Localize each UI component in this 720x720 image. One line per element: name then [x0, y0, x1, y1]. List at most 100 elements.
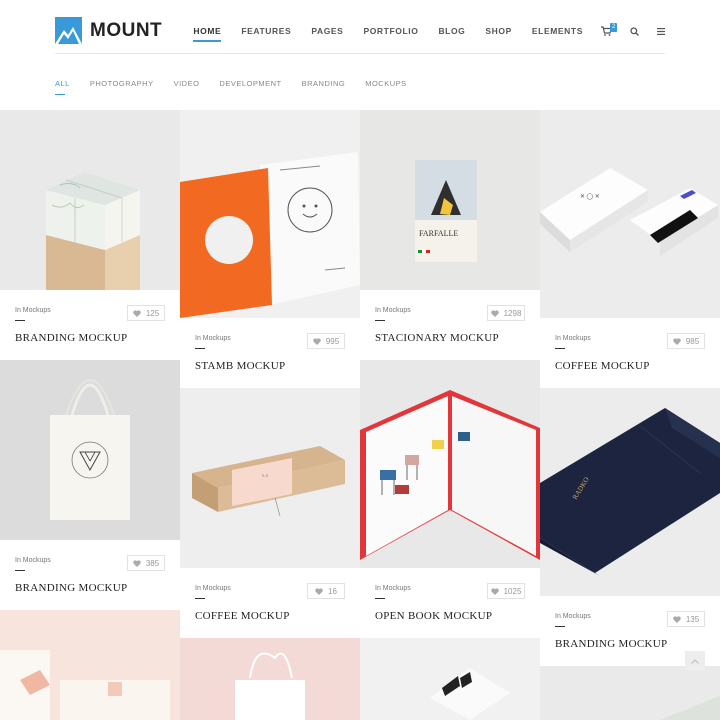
filter-branding[interactable]: BRANDING — [302, 79, 346, 88]
portfolio-info: In Mockups BRANDING MOCKUP 125 — [0, 290, 180, 360]
like-button[interactable]: 985 — [667, 333, 705, 349]
like-button[interactable]: 1025 — [487, 583, 525, 599]
like-count: 16 — [328, 586, 337, 596]
like-count: 385 — [145, 558, 160, 568]
cart-button[interactable]: 2 — [601, 23, 618, 36]
portfolio-item[interactable] — [180, 638, 360, 720]
filter-development[interactable]: DEVELOPMENT — [219, 79, 281, 88]
portfolio-info: In Mockups BRANDING MOCKUP 385 — [0, 540, 180, 610]
like-count: 1025 — [503, 586, 522, 596]
nav-home[interactable]: HOME — [193, 26, 222, 42]
portfolio-category[interactable]: In Mockups — [555, 335, 591, 342]
portfolio-item[interactable]: ✕ ◯ ✕ In Mockups COFFEE MOCKUP 985 — [540, 110, 720, 388]
portfolio-item[interactable]: In Mockups BRANDING MOCKUP 385 — [0, 360, 180, 610]
like-count: 995 — [325, 336, 340, 346]
portfolio-category[interactable]: In Mockups — [555, 613, 591, 620]
portfolio-category[interactable]: In Mockups — [375, 307, 411, 314]
like-count: 135 — [685, 614, 700, 624]
portfolio-category[interactable]: In Mockups — [15, 307, 51, 314]
portfolio-item[interactable]: RADKO In Mockups BRANDING MOCKUP 135 — [540, 388, 720, 666]
portfolio-image: ᴷ·ᴿ — [180, 388, 360, 568]
nav-blog[interactable]: BLOG — [438, 26, 465, 36]
portfolio-info: In Mockups OPEN BOOK MOCKUP 1025 — [360, 568, 540, 638]
heart-icon — [490, 309, 499, 317]
filter-mockups[interactable]: MOCKUPS — [365, 79, 406, 88]
portfolio-item[interactable]: In Mockups STAMB MOCKUP 995 — [180, 110, 360, 388]
portfolio-item[interactable] — [540, 666, 720, 720]
like-count: 125 — [145, 308, 160, 318]
category-divider — [375, 320, 385, 321]
nav-elements[interactable]: ELEMENTS — [532, 26, 583, 36]
portfolio-category[interactable]: In Mockups — [15, 557, 51, 564]
heart-icon — [133, 309, 141, 317]
scroll-to-top-button[interactable] — [685, 651, 705, 671]
svg-text:✕ ◯ ✕: ✕ ◯ ✕ — [580, 193, 600, 200]
portfolio-info: In Mockups COFFEE MOCKUP 985 — [540, 318, 720, 388]
header-divider — [55, 53, 665, 54]
filter-all[interactable]: ALL — [55, 79, 70, 95]
menu-icon — [657, 27, 665, 35]
portfolio-category[interactable]: In Mockups — [195, 335, 231, 342]
portfolio-category[interactable]: In Mockups — [375, 585, 411, 592]
menu-button[interactable] — [657, 27, 665, 35]
portfolio-title[interactable]: OPEN BOOK MOCKUP — [375, 610, 492, 622]
portfolio-item[interactable]: In Mockups OPEN BOOK MOCKUP 1025 — [360, 360, 540, 638]
portfolio-category[interactable]: In Mockups — [195, 585, 231, 592]
portfolio-title[interactable]: BRANDING MOCKUP — [15, 582, 127, 594]
portfolio-image: RADKO — [540, 388, 720, 596]
logo[interactable]: MOUNT — [55, 17, 162, 44]
search-button[interactable] — [630, 26, 639, 36]
like-button[interactable]: 385 — [127, 555, 165, 571]
category-divider — [15, 320, 25, 321]
filter-photography[interactable]: PHOTOGRAPHY — [90, 79, 154, 88]
portfolio-item[interactable]: FARFALLE In Mockups STACIONARY MOCKUP 12… — [360, 110, 540, 360]
portfolio-image — [540, 666, 720, 720]
like-button[interactable]: 125 — [127, 305, 165, 321]
heart-icon — [133, 559, 141, 567]
nav-portfolio[interactable]: PORTFOLIO — [363, 26, 418, 36]
heart-icon — [673, 615, 681, 623]
like-count: 985 — [685, 336, 700, 346]
portfolio-image — [180, 110, 360, 318]
portfolio-image — [180, 638, 360, 720]
portfolio-info: In Mockups COFFEE MOCKUP 16 — [180, 568, 360, 638]
portfolio-image — [0, 610, 180, 720]
portfolio-item[interactable] — [360, 638, 540, 720]
like-button[interactable]: 16 — [307, 583, 345, 599]
portfolio-title[interactable]: BRANDING MOCKUP — [15, 332, 127, 344]
portfolio-item[interactable]: ᴷ·ᴿ In Mockups COFFEE MOCKUP 16 — [180, 388, 360, 638]
portfolio-item[interactable]: In Mockups BRANDING MOCKUP 125 — [0, 110, 180, 360]
portfolio-info: In Mockups STACIONARY MOCKUP 1298 — [360, 290, 540, 360]
portfolio-image — [0, 360, 180, 540]
portfolio-info: In Mockups STAMB MOCKUP 995 — [180, 318, 360, 388]
category-divider — [555, 626, 565, 627]
nav-features[interactable]: FEATURES — [241, 26, 291, 36]
category-divider — [555, 348, 565, 349]
cart-count-badge: 2 — [610, 23, 618, 32]
farfalle-label: FARFALLE — [419, 229, 458, 238]
category-divider — [195, 598, 205, 599]
portfolio-title[interactable]: COFFEE MOCKUP — [195, 610, 290, 622]
filter-video[interactable]: VIDEO — [174, 79, 200, 88]
portfolio-image — [360, 638, 540, 720]
portfolio-image: ✕ ◯ ✕ — [540, 110, 720, 318]
nav-pages[interactable]: PAGES — [311, 26, 343, 36]
nav-shop[interactable]: SHOP — [485, 26, 512, 36]
portfolio-title[interactable]: BRANDING MOCKUP — [555, 638, 667, 650]
category-divider — [195, 348, 205, 349]
heart-icon — [315, 587, 323, 595]
portfolio-item[interactable] — [0, 610, 180, 720]
like-button[interactable]: 1298 — [487, 305, 525, 321]
category-divider — [15, 570, 25, 571]
portfolio-filters: ALL PHOTOGRAPHY VIDEO DEVELOPMENT BRANDI… — [55, 79, 427, 95]
portfolio-title[interactable]: STACIONARY MOCKUP — [375, 332, 499, 344]
like-button[interactable]: 135 — [667, 611, 705, 627]
like-button[interactable]: 995 — [307, 333, 345, 349]
svg-text:ᴷ·ᴿ: ᴷ·ᴿ — [262, 474, 269, 480]
portfolio-title[interactable]: COFFEE MOCKUP — [555, 360, 650, 372]
search-icon — [630, 26, 639, 36]
site-header: MOUNT HOME FEATURES PAGES PORTFOLIO BLOG… — [0, 0, 720, 62]
brand-name: MOUNT — [90, 19, 163, 41]
portfolio-title[interactable]: STAMB MOCKUP — [195, 360, 285, 372]
heart-icon — [673, 337, 681, 345]
